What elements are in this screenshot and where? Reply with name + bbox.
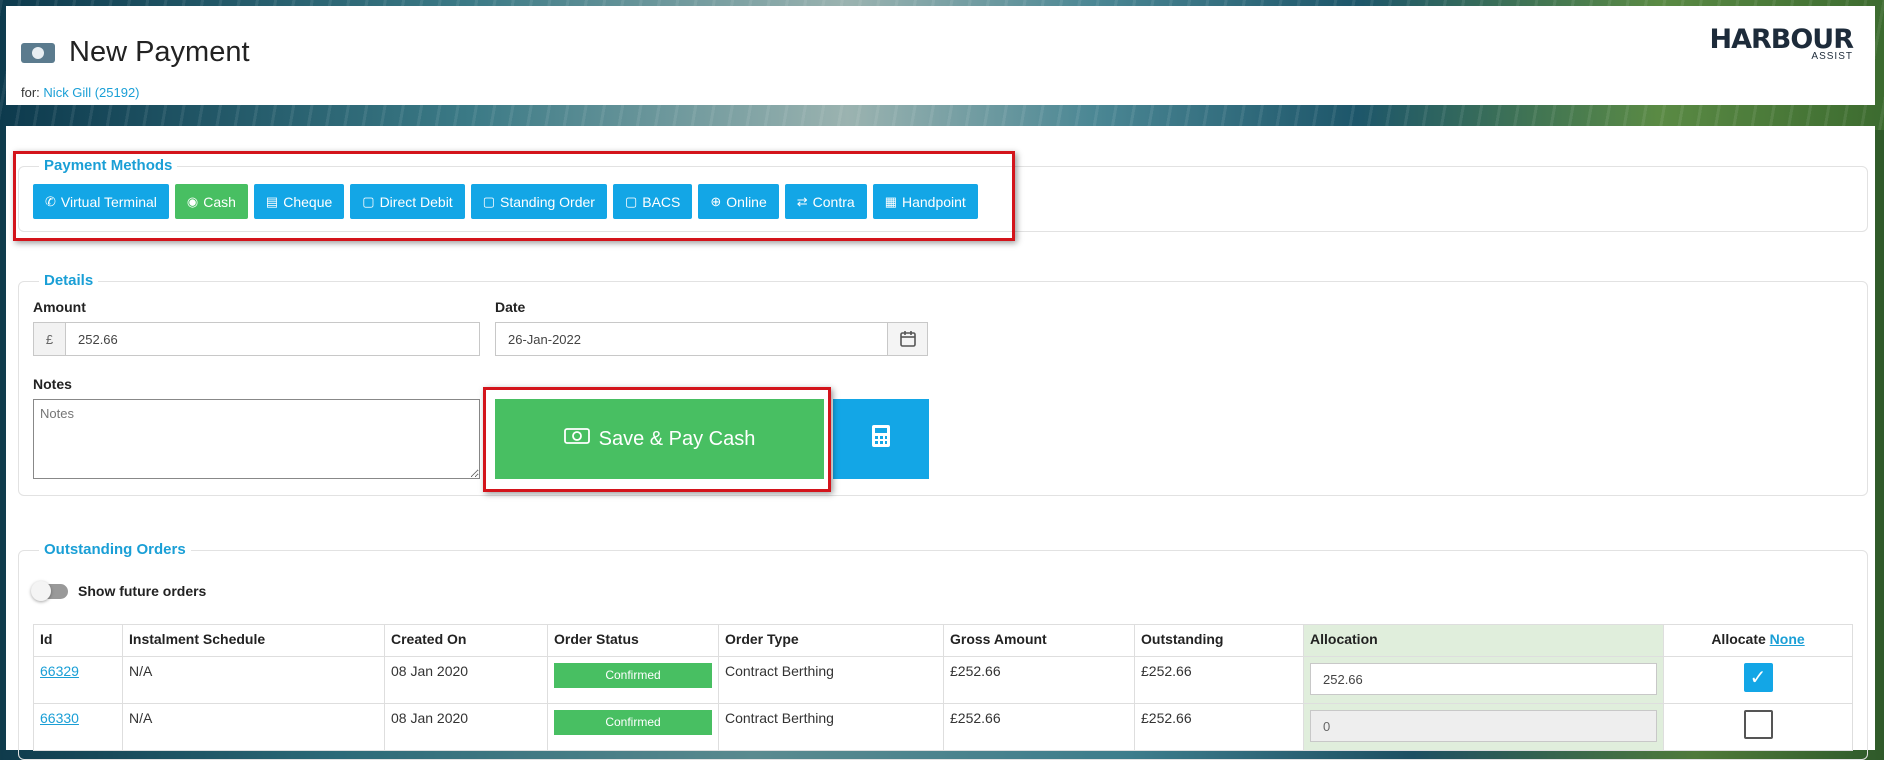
money-icon: [21, 42, 55, 63]
column-header: Gross Amount: [943, 624, 1135, 657]
created-on-cell: 08 Jan 2020: [384, 656, 548, 704]
outstanding-orders-legend: Outstanding Orders: [39, 541, 191, 558]
allocation-input[interactable]: 0: [1310, 710, 1657, 742]
calculator-button[interactable]: [833, 399, 929, 479]
column-header: Created On: [384, 624, 548, 657]
button-label: Cash: [203, 193, 236, 210]
allocate-header: Allocate None: [1663, 624, 1853, 657]
date-value: 26-Jan-2022: [508, 331, 581, 347]
date-field[interactable]: 26-Jan-2022: [495, 322, 928, 356]
details-legend: Details: [39, 272, 99, 289]
payment-methods-legend: Payment Methods: [39, 157, 178, 174]
contra-button[interactable]: ⇄ Contra: [784, 184, 867, 219]
date-label: Date: [495, 299, 526, 315]
instalment-schedule-cell: N/A: [122, 703, 385, 751]
button-label: Direct Debit: [379, 193, 453, 210]
outstanding-cell: £252.66: [1134, 703, 1304, 751]
outstanding-orders-panel: Outstanding Orders Show future orders Id…: [18, 541, 1868, 760]
column-header: Id: [33, 624, 123, 657]
orders-table: Id Instalment Schedule Created On Order …: [33, 624, 1853, 751]
online-button[interactable]: ⊕ Online: [698, 184, 779, 219]
table-row: 66329 N/A 08 Jan 2020 Confirmed Contract…: [33, 656, 1853, 704]
amount-field[interactable]: £ 252.66: [33, 322, 480, 356]
column-header: Instalment Schedule: [122, 624, 385, 657]
checkmark-icon: ✓: [1749, 667, 1767, 689]
order-type-cell: Contract Berthing: [718, 703, 944, 751]
status-badge: Confirmed: [554, 710, 712, 735]
page-header: New Payment for: Nick Gill (25192) HARBO…: [6, 6, 1875, 105]
customer-line: for: Nick Gill (25192): [21, 85, 140, 100]
amount-value: 252.66: [78, 331, 118, 347]
globe-icon: ⊕: [710, 193, 722, 209]
calendar-icon: ▢: [624, 193, 638, 209]
gross-amount-cell: £252.66: [943, 656, 1135, 704]
standing-order-button[interactable]: ▢ Standing Order: [470, 184, 607, 219]
allocate-checkbox[interactable]: ✓: [1743, 663, 1773, 692]
column-header: Order Type: [718, 624, 944, 657]
column-header: Order Status: [547, 624, 719, 657]
page-title: New Payment: [69, 36, 250, 68]
virtual-terminal-button[interactable]: ✆ Virtual Terminal: [33, 184, 169, 219]
toggle-label: Show future orders: [78, 583, 207, 599]
column-header: Allocation: [1303, 624, 1664, 657]
button-label: Cheque: [283, 193, 333, 210]
button-label: Contra: [812, 193, 855, 210]
order-id-link[interactable]: 66329: [40, 663, 79, 679]
allocation-input[interactable]: 252.66: [1310, 663, 1657, 695]
cash-button[interactable]: ◉ Cash: [174, 184, 248, 219]
calculator-icon: [871, 424, 891, 454]
button-label: Handpoint: [901, 193, 966, 210]
show-future-orders-toggle[interactable]: [31, 580, 68, 601]
bacs-button[interactable]: ▢ BACS: [612, 184, 693, 219]
handpoint-button[interactable]: ▦ Handpoint: [872, 184, 978, 219]
allocate-none-link[interactable]: None: [1770, 631, 1805, 647]
button-label: Online: [726, 193, 767, 210]
calendar-icon[interactable]: [887, 323, 927, 355]
for-label: for:: [21, 85, 40, 100]
status-badge: Confirmed: [554, 663, 712, 688]
payment-method-buttons: ✆ Virtual Terminal ◉ Cash ▤ Cheque ▢ Direct …: [33, 184, 978, 219]
exchange-icon: ⇄: [796, 193, 808, 209]
save-and-pay-cash-button[interactable]: Save & Pay Cash: [495, 399, 824, 479]
calculator-icon: ▦: [884, 193, 897, 209]
outstanding-cell: £252.66: [1134, 656, 1304, 704]
column-header: Outstanding: [1134, 624, 1304, 657]
future-orders-toggle-row: Show future orders: [31, 580, 207, 601]
currency-addon: £: [34, 323, 66, 355]
button-label: Virtual Terminal: [60, 193, 157, 210]
money-icon: [563, 427, 590, 451]
details-panel: Details Amount £ 252.66 Date 26-Jan-2022…: [18, 272, 1868, 496]
cheque-icon: ▤: [265, 193, 279, 209]
allocate-checkbox[interactable]: [1743, 710, 1773, 739]
payment-methods-panel: Payment Methods ✆ Virtual Terminal ◉ Cash …: [18, 157, 1868, 232]
customer-link[interactable]: Nick Gill (25192): [43, 85, 139, 100]
calendar-icon: ▢: [362, 193, 375, 209]
phone-icon: ✆: [45, 193, 56, 209]
cheque-button[interactable]: ▤ Cheque: [253, 184, 345, 219]
notes-label: Notes: [33, 376, 72, 392]
harbour-assist-logo: HARBOUR ASSIST: [1709, 24, 1854, 62]
created-on-cell: 08 Jan 2020: [384, 703, 548, 751]
title-row: New Payment: [21, 36, 250, 69]
allocate-label: Allocate: [1711, 631, 1766, 647]
calendar-icon: ▢: [482, 193, 495, 209]
amount-label: Amount: [33, 299, 86, 315]
money-icon: ◉: [186, 193, 199, 209]
instalment-schedule-cell: N/A: [122, 656, 385, 704]
gross-amount-cell: £252.66: [943, 703, 1135, 751]
table-header-row: Id Instalment Schedule Created On Order …: [33, 624, 1853, 657]
save-button-label: Save & Pay Cash: [598, 427, 756, 450]
main-content: Payment Methods ✆ Virtual Terminal ◉ Cash …: [6, 126, 1875, 760]
button-label: BACS: [642, 193, 681, 210]
table-row: 66330 N/A 08 Jan 2020 Confirmed Contract…: [33, 703, 1853, 751]
direct-debit-button[interactable]: ▢ Direct Debit: [350, 184, 465, 219]
notes-textarea[interactable]: [33, 399, 480, 479]
order-type-cell: Contract Berthing: [718, 656, 944, 704]
order-id-link[interactable]: 66330: [40, 710, 79, 726]
button-label: Standing Order: [500, 193, 595, 210]
